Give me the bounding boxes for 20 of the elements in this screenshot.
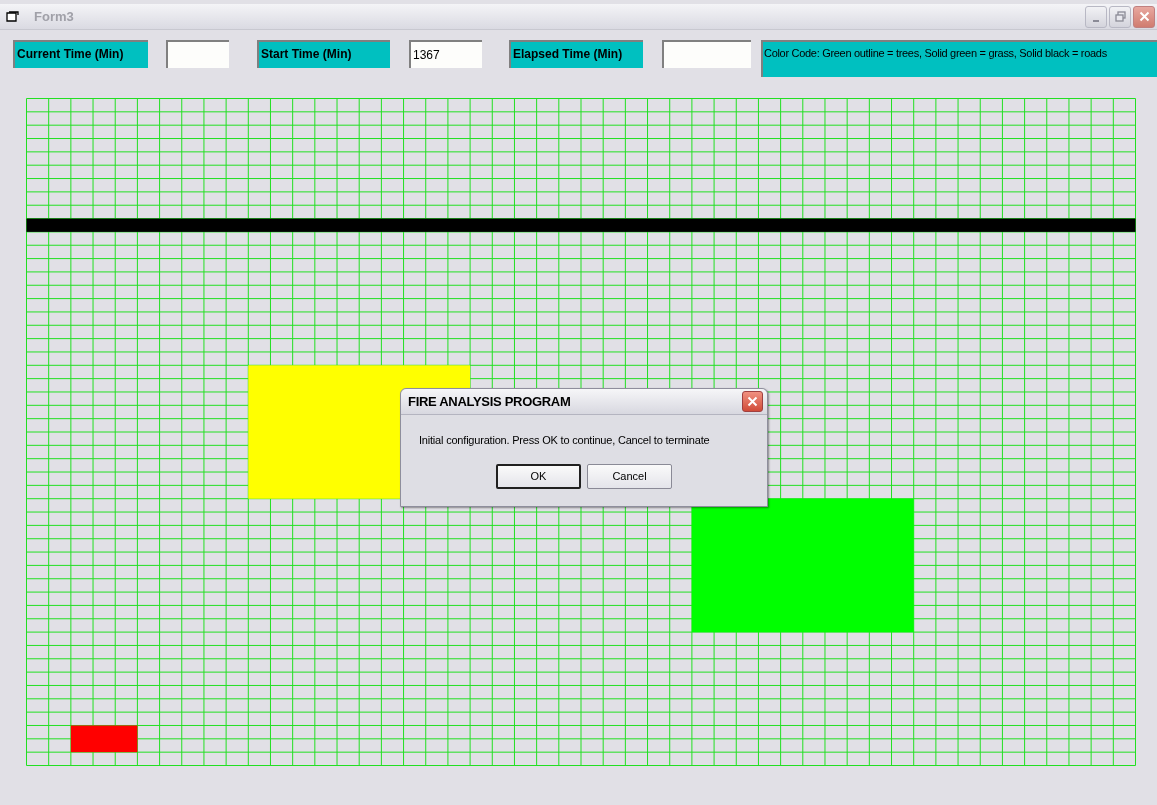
restore-icon: [1114, 11, 1126, 22]
dialog-title: FIRE ANALYSIS PROGRAM: [408, 392, 571, 411]
field-label: Start Time (Min): [257, 40, 390, 68]
dialog-message: Initial configuration. Press OK to continue, Cancel to terminate: [419, 433, 711, 448]
time-field[interactable]: [166, 40, 229, 68]
time-field[interactable]: [662, 40, 751, 68]
close-button[interactable]: [1133, 5, 1155, 28]
dialog-button[interactable]: Cancel: [587, 463, 672, 489]
minimize-button[interactable]: [1085, 5, 1107, 28]
dialog-button[interactable]: OK: [496, 463, 581, 489]
restore-button[interactable]: [1109, 5, 1131, 28]
window-icon: [6, 10, 20, 23]
color-legend: Color Code: Green outline = trees, Solid green = grass, Solid black = roads: [761, 40, 1157, 77]
field-label: Current Time (Min): [13, 40, 148, 68]
time-field[interactable]: 1367: [409, 40, 482, 68]
close-icon: [747, 396, 758, 407]
field-label: Elapsed Time (Min): [509, 40, 643, 68]
window-title: Form3: [34, 7, 74, 26]
close-icon: [1138, 11, 1150, 22]
close-button[interactable]: [742, 391, 763, 412]
